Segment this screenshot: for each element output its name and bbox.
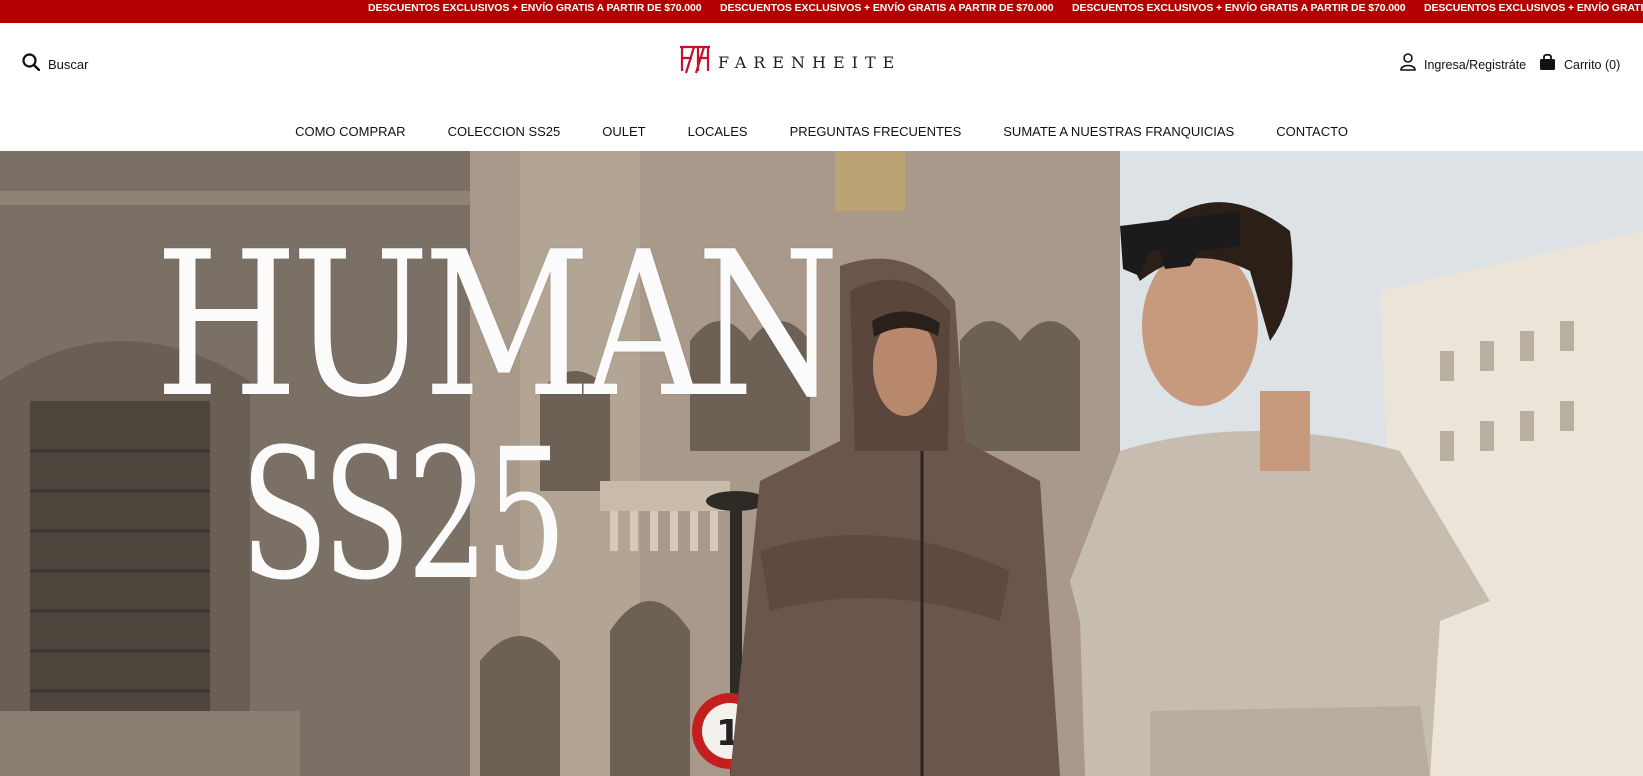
nav-item-como-comprar[interactable]: COMO COMPRAR — [295, 119, 406, 145]
announcement-text: DESCUENTOS EXCLUSIVOS + ENVÍO GRATIS A P… — [720, 2, 1054, 14]
cart-link[interactable]: Carrito (0) — [1539, 53, 1620, 76]
brand-wordmark: FARENHEITE — [718, 53, 902, 72]
nav-item-preguntas-frecuentes[interactable]: PREGUNTAS FRECUENTES — [790, 119, 962, 145]
announcement-text: DESCUENTOS EXCLUSIVOS + ENVÍO GRATIS A P… — [368, 2, 702, 14]
brand-logo-icon — [678, 45, 712, 80]
site-header: Buscar FARENHEITE Ingresa/Registráte Car… — [0, 23, 1643, 151]
brand-logo[interactable]: FARENHEITE — [678, 45, 901, 80]
search-label: Buscar — [48, 57, 89, 72]
main-nav: COMO COMPRAR COLECCION SS25 OULET LOCALE… — [0, 119, 1643, 145]
account-label: Ingresa/Registráte — [1424, 57, 1527, 72]
announcement-bar: DESCUENTOS EXCLUSIVOS + ENVÍO GRATIS A P… — [0, 0, 1643, 23]
nav-item-locales[interactable]: LOCALES — [688, 119, 748, 145]
user-icon — [1400, 53, 1416, 76]
announcement-track: DESCUENTOS EXCLUSIVOS + ENVÍO GRATIS A P… — [368, 0, 1643, 23]
shopping-bag-icon — [1539, 53, 1556, 76]
nav-item-contacto[interactable]: CONTACTO — [1276, 119, 1348, 145]
nav-item-franquicias[interactable]: SUMATE A NUESTRAS FRANQUICIAS — [1003, 119, 1234, 145]
nav-item-coleccion-ss25[interactable]: COLECCION SS25 — [448, 119, 561, 145]
search-icon — [22, 53, 41, 76]
hero-banner[interactable]: 10 HUMAN SS25 — [0, 151, 1643, 776]
announcement-text: DESCUENTOS EXCLUSIVOS + ENVÍO GRATIS A P… — [1424, 2, 1643, 14]
hero-subtitle: SS25 — [240, 411, 567, 620]
cart-label: Carrito (0) — [1564, 57, 1621, 72]
account-link[interactable]: Ingresa/Registráte — [1400, 53, 1526, 76]
search-button[interactable]: Buscar — [22, 53, 88, 76]
nav-item-oulet[interactable]: OULET — [602, 119, 645, 145]
hero-title: HUMAN — [155, 209, 840, 442]
announcement-text: DESCUENTOS EXCLUSIVOS + ENVÍO GRATIS A P… — [1072, 2, 1406, 14]
